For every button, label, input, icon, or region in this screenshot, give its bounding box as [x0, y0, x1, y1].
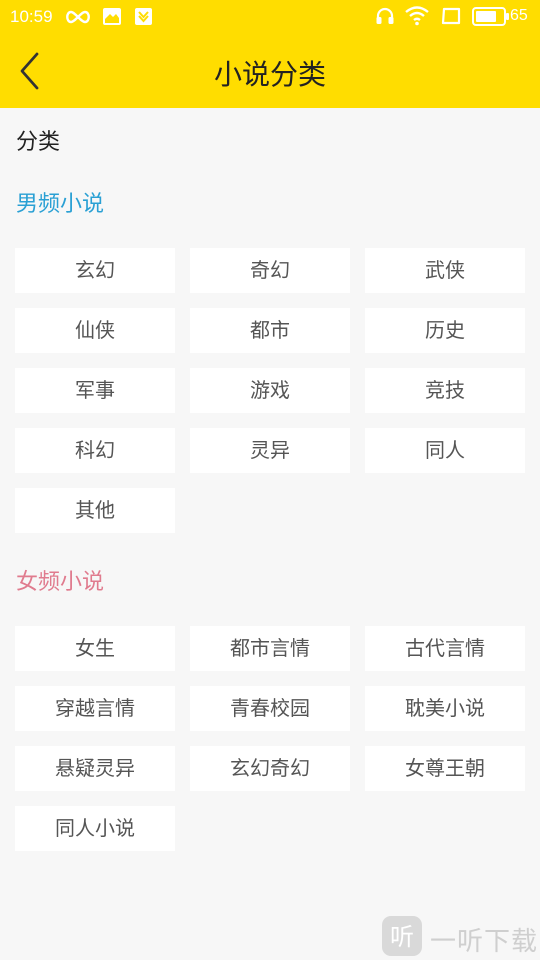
- male-category-5[interactable]: 历史: [365, 308, 525, 353]
- section-label: 分类: [16, 130, 61, 155]
- battery-level: 65: [510, 7, 528, 24]
- female-category-5[interactable]: 耽美小说: [365, 686, 525, 731]
- female-category-grid: 女生 都市言情 古代言情穿越言情 青春校园 耽美小说悬疑灵异 玄幻奇幻 女尊王朝同人小说: [15, 626, 525, 851]
- male-category-2[interactable]: 武侠: [365, 248, 525, 293]
- female-category-6[interactable]: 悬疑灵异: [15, 746, 175, 791]
- app-bar: 小说分类: [0, 34, 540, 108]
- mail-icon: [103, 8, 121, 25]
- male-category-1[interactable]: 奇幻: [190, 248, 350, 293]
- male-category-11[interactable]: 同人: [365, 428, 525, 473]
- svg-text:听: 听: [390, 923, 414, 951]
- headphones-icon: [376, 7, 394, 24]
- back-chevron-icon: [20, 52, 39, 90]
- female-category-2[interactable]: 古代言情: [365, 626, 525, 671]
- status-time: 10:59: [10, 7, 53, 26]
- watermark-logo-icon: 听: [382, 916, 422, 956]
- male-category-9[interactable]: 科幻: [15, 428, 175, 473]
- male-category-4[interactable]: 都市: [190, 308, 350, 353]
- status-bar: 10:59 65: [0, 0, 540, 34]
- female-novel-title: 女频小说: [16, 570, 105, 595]
- male-category-12[interactable]: 其他: [15, 488, 175, 533]
- female-category-3[interactable]: 穿越言情: [15, 686, 175, 731]
- battery-icon: [472, 7, 509, 26]
- page-title: 小说分类: [213, 58, 326, 91]
- screen-icon: [441, 7, 461, 25]
- female-category-1[interactable]: 都市言情: [190, 626, 350, 671]
- male-category-grid: 玄幻 奇幻 武侠仙侠 都市 历史军事 游戏 竞技科幻 灵异 同人其他: [15, 248, 525, 533]
- female-category-8[interactable]: 女尊王朝: [365, 746, 525, 791]
- male-category-10[interactable]: 灵异: [190, 428, 350, 473]
- female-category-4[interactable]: 青春校园: [190, 686, 350, 731]
- back-button[interactable]: [10, 48, 54, 94]
- download-app-icon: [135, 8, 152, 25]
- male-category-6[interactable]: 军事: [15, 368, 175, 413]
- male-novel-title: 男频小说: [16, 192, 105, 217]
- male-category-0[interactable]: 玄幻: [15, 248, 175, 293]
- female-category-7[interactable]: 玄幻奇幻: [190, 746, 350, 791]
- male-category-3[interactable]: 仙侠: [15, 308, 175, 353]
- watermark: 听 一听下载: [378, 916, 538, 958]
- infinity-icon: [66, 10, 90, 24]
- wifi-icon: [405, 6, 429, 26]
- female-category-9[interactable]: 同人小说: [15, 806, 175, 851]
- female-category-0[interactable]: 女生: [15, 626, 175, 671]
- watermark-text: 一听下载: [430, 927, 539, 957]
- male-category-7[interactable]: 游戏: [190, 368, 350, 413]
- male-category-8[interactable]: 竞技: [365, 368, 525, 413]
